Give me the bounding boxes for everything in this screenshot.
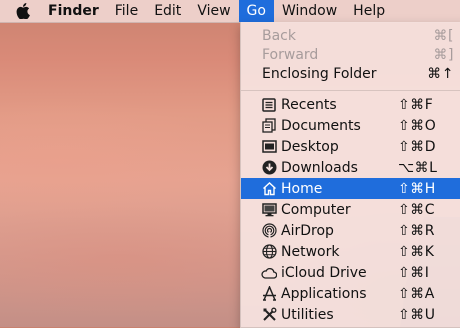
menu-item-label: Computer: [281, 201, 351, 218]
menu-separator: [241, 90, 460, 91]
menu-item-computer[interactable]: Computer ⇧⌘C: [241, 199, 460, 220]
airdrop-icon: [261, 223, 277, 239]
apple-icon[interactable]: [12, 0, 34, 22]
menu-file[interactable]: File: [107, 0, 146, 22]
menu-item-documents[interactable]: Documents ⇧⌘O: [241, 115, 460, 136]
menu-item-label: Home: [281, 180, 323, 197]
recents-icon: [261, 97, 277, 113]
menu-view[interactable]: View: [189, 0, 238, 22]
menu-item-shortcut: ⇧⌘I: [398, 264, 430, 281]
menu-item-network[interactable]: Network ⇧⌘K: [241, 241, 460, 262]
menu-item-shortcut: ⇧⌘F: [398, 96, 434, 113]
menu-item-shortcut: ⇧⌘O: [398, 117, 437, 134]
menu-item-shortcut: ⇧⌘U: [398, 306, 436, 323]
utilities-icon: [261, 307, 277, 323]
menu-item-utilities[interactable]: Utilities ⇧⌘U: [241, 304, 460, 325]
menu-item-shortcut: ⇧⌘H: [398, 180, 436, 197]
menu-item-downloads[interactable]: Downloads ⌥⌘L: [241, 157, 460, 178]
menu-help[interactable]: Help: [345, 0, 393, 22]
menu-item-label: Desktop: [281, 138, 339, 155]
menu-item-shortcut: ⇧⌘R: [398, 222, 435, 239]
menu-item-home[interactable]: Home ⇧⌘H: [241, 178, 460, 199]
menu-item-shortcut: ⌥⌘L: [398, 159, 438, 176]
menu-go[interactable]: Go: [238, 0, 274, 22]
documents-icon: [261, 118, 277, 134]
menu-item-desktop[interactable]: Desktop ⇧⌘D: [241, 136, 460, 157]
menu-item-shortcut: ⇧⌘A: [398, 285, 435, 302]
menu-item-label: Forward: [262, 46, 319, 63]
menu-item-label: Downloads: [281, 159, 358, 176]
menu-window[interactable]: Window: [274, 0, 345, 22]
menu-item-icloud-drive[interactable]: iCloud Drive ⇧⌘I: [241, 262, 460, 283]
menu-item-airdrop[interactable]: AirDrop ⇧⌘R: [241, 220, 460, 241]
menu-item-shortcut: ⇧⌘D: [398, 138, 437, 155]
computer-icon: [261, 202, 277, 218]
downloads-icon: [261, 160, 277, 176]
menu-item-shortcut: ⇧⌘C: [398, 201, 436, 218]
menu-item-label: Enclosing Folder: [262, 65, 377, 82]
menu-item-forward[interactable]: Forward ⌘]: [241, 44, 460, 65]
menu-item-enclosing-folder[interactable]: Enclosing Folder ⌘↑: [241, 63, 460, 84]
menu-finder[interactable]: Finder: [42, 0, 107, 22]
menu-item-label: Recents: [281, 96, 337, 113]
menu-item-label: Documents: [281, 117, 361, 134]
network-icon: [261, 244, 277, 260]
applications-icon: [261, 286, 277, 302]
menu-edit[interactable]: Edit: [146, 0, 189, 22]
menu-item-applications[interactable]: Applications ⇧⌘A: [241, 283, 460, 304]
go-menu-dropdown: Back ⌘[ Forward ⌘] Enclosing Folder ⌘↑ R…: [240, 22, 460, 328]
menu-item-shortcut: ⌘↑: [427, 65, 454, 82]
home-icon: [261, 181, 277, 197]
menu-item-label: Utilities: [281, 306, 334, 323]
menu-item-shortcut: ⇧⌘K: [398, 243, 435, 260]
menu-item-recents[interactable]: Recents ⇧⌘F: [241, 94, 460, 115]
desktop-icon: [261, 139, 277, 155]
menu-item-back[interactable]: Back ⌘[: [241, 25, 460, 46]
menu-item-label: AirDrop: [281, 222, 334, 239]
icloud-icon: [261, 265, 277, 281]
menu-item-shortcut: ⌘[: [433, 27, 454, 44]
menu-bar: Finder File Edit View Go Window Help: [0, 0, 460, 23]
menu-item-shortcut: ⌘]: [433, 46, 454, 63]
menu-item-label: Back: [262, 27, 296, 44]
menu-item-label: iCloud Drive: [281, 264, 367, 281]
menu-item-label: Network: [281, 243, 340, 260]
menu-item-label: Applications: [281, 285, 367, 302]
